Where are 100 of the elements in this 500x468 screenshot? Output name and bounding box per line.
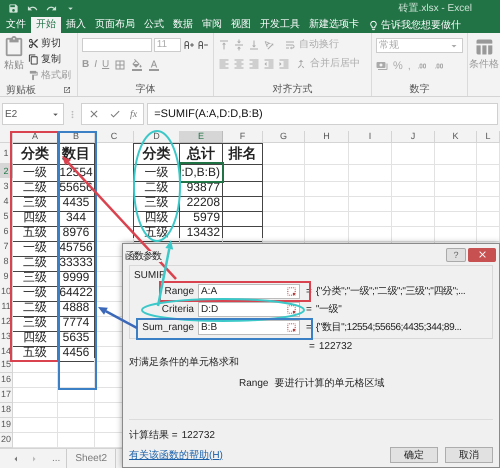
ribbon-tab[interactable]: 视图: [227, 17, 255, 33]
formula-field[interactable]: =SUMIF(A:A,D:D,B:B): [147, 103, 498, 125]
table-cell: 93877: [180, 178, 223, 197]
argument-label: Sum_range: [141, 320, 194, 334]
help-button[interactable]: ?: [446, 248, 466, 262]
cut-button[interactable]: 剪切: [41, 36, 61, 51]
column-header[interactable]: E: [180, 131, 223, 143]
fill-color-icon[interactable]: [131, 58, 144, 70]
merge-icon[interactable]: [295, 58, 307, 70]
row-header: 19: [0, 418, 13, 433]
paste-button[interactable]: 粘贴: [4, 58, 24, 73]
table-cell: [349, 163, 392, 182]
tell-me-field[interactable]: 告诉我您想要做什: [381, 18, 461, 32]
column-header[interactable]: C: [95, 131, 134, 143]
clipboard-icon[interactable]: [3, 36, 25, 58]
column-header[interactable]: L: [477, 131, 500, 143]
borders-icon[interactable]: [114, 58, 126, 70]
currency-icon[interactable]: [376, 60, 388, 72]
table-cell: 一级: [134, 163, 180, 182]
table-cell: 五级: [134, 223, 180, 242]
table-cell: [349, 143, 392, 165]
align-top-icon[interactable]: [218, 38, 230, 50]
copy-button[interactable]: 复制: [41, 52, 61, 67]
table-cell: 4888: [58, 298, 95, 317]
ribbon-tab[interactable]: 公式: [140, 17, 168, 33]
argument-name: Range: [239, 377, 268, 391]
increase-indent-icon[interactable]: [278, 58, 290, 70]
align-center-icon[interactable]: [233, 58, 245, 70]
table-cell: [58, 373, 95, 388]
close-button[interactable]: [468, 248, 496, 262]
sheet-tab[interactable]: Sheet2: [66, 448, 116, 468]
table-cell: [58, 358, 95, 373]
table-cell: [223, 163, 263, 182]
table-cell: 排名: [223, 143, 263, 165]
ribbon-tab[interactable]: 新建选项卡: [305, 17, 363, 33]
column-header[interactable]: K: [435, 131, 477, 143]
table-cell: [477, 143, 500, 165]
ribbon-tab[interactable]: 开始: [31, 17, 61, 33]
row-header: 16: [0, 373, 13, 388]
ribbon-tab[interactable]: 文件: [2, 17, 30, 33]
orientation-icon[interactable]: [263, 38, 275, 50]
column-header[interactable]: H: [305, 131, 349, 143]
align-left-icon[interactable]: [218, 58, 230, 70]
help-link[interactable]: 有关该函数的帮助(H): [129, 448, 383, 462]
table-cell: 344: [58, 208, 95, 227]
column-header[interactable]: J: [392, 131, 435, 143]
decrease-font-icon[interactable]: [197, 39, 209, 51]
table-cell: [263, 143, 305, 165]
table-cell: [392, 163, 435, 182]
table-cell: 二级: [134, 178, 180, 197]
column-header[interactable]: G: [263, 131, 305, 143]
cancel-icon[interactable]: [88, 108, 100, 120]
enter-icon[interactable]: [109, 108, 121, 120]
table-cell: 总计: [180, 143, 223, 165]
ribbon-tab[interactable]: 审阅: [198, 17, 226, 33]
table-cell: [435, 143, 477, 165]
ribbon-tab[interactable]: 插入: [62, 17, 90, 33]
align-bottom-icon[interactable]: [248, 38, 260, 50]
dialog-button[interactable]: 取消: [445, 447, 493, 463]
equals-sign: =: [309, 340, 315, 354]
result-label: 计算结果 =: [129, 428, 178, 443]
table-cell: 四级: [134, 208, 180, 227]
ribbon-tab[interactable]: 页面布局: [91, 17, 139, 33]
group-label: 数字: [410, 82, 430, 96]
more-sheets[interactable]: ...: [52, 451, 60, 466]
table-cell: 分类: [13, 143, 58, 165]
argument-help: 要进行计算的单元格区域: [274, 376, 384, 391]
close-icon[interactable]: [476, 249, 488, 260]
argument-result: "一级": [316, 302, 342, 316]
increase-font-icon[interactable]: [183, 39, 195, 51]
table-cell: 33333: [58, 253, 95, 272]
table-cell: 5635: [58, 328, 95, 347]
argument-label: Criteria: [160, 302, 194, 316]
paint-roller-icon[interactable]: [28, 70, 39, 81]
table-cell: [305, 163, 349, 182]
launcher-icon[interactable]: [63, 86, 71, 94]
font-color-icon[interactable]: [148, 58, 160, 70]
column-header[interactable]: F: [223, 131, 263, 143]
font-name-field[interactable]: [82, 38, 152, 52]
decrease-indent-icon[interactable]: [263, 58, 275, 70]
copy-icon[interactable]: [28, 54, 39, 65]
lightbulb-icon[interactable]: [368, 20, 379, 30]
table-cell: [13, 373, 58, 388]
save-icon[interactable]: [8, 2, 19, 14]
name-box[interactable]: E2: [5, 106, 18, 122]
align-middle-icon[interactable]: [233, 38, 245, 50]
wrap-text-icon[interactable]: [284, 38, 296, 50]
group-label: 剪贴板: [6, 84, 36, 98]
row-header: 17: [0, 388, 13, 403]
ribbon-tab[interactable]: 开发工具: [256, 17, 304, 33]
column-header[interactable]: I: [349, 131, 392, 143]
table-cell: 64422: [58, 283, 95, 302]
table-icon[interactable]: [474, 37, 494, 57]
row-header: 15: [0, 358, 13, 373]
insert-function-button[interactable]: fx: [130, 106, 138, 122]
align-right-icon[interactable]: [248, 58, 260, 70]
dialog-button[interactable]: 确定: [390, 447, 438, 463]
table-cell: :D,B:B): [180, 163, 223, 182]
scissors-icon[interactable]: [28, 38, 39, 49]
ribbon-tab[interactable]: 数据: [169, 17, 197, 33]
